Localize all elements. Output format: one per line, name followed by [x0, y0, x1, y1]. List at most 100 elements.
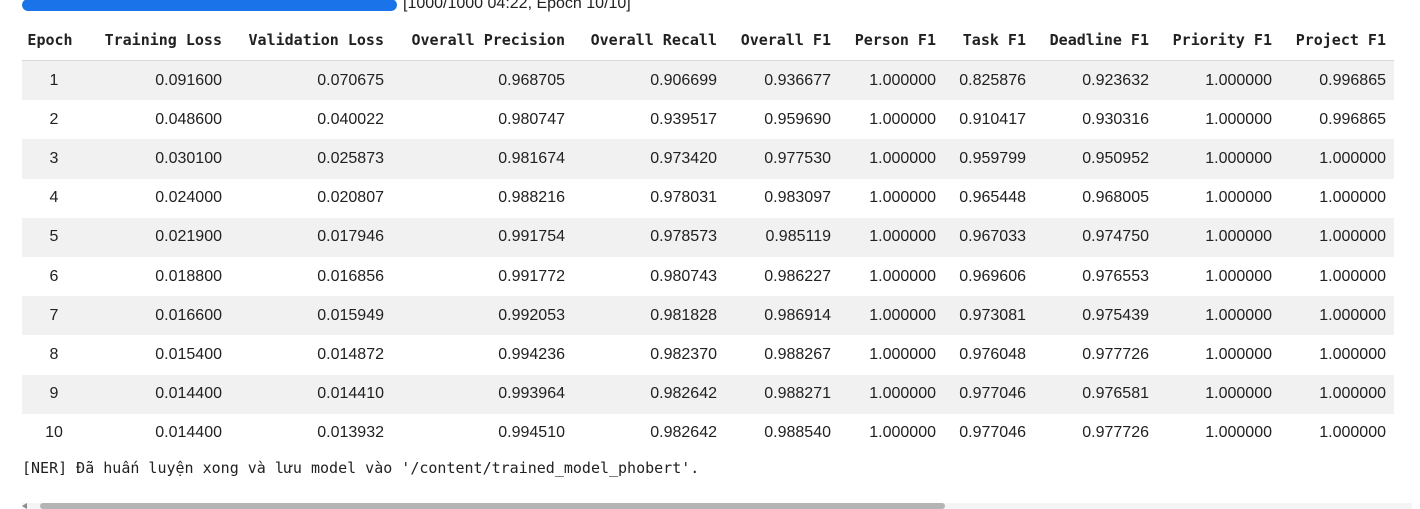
scroll-left-arrow-icon[interactable] — [22, 503, 27, 509]
scrollbar-thumb[interactable] — [40, 503, 945, 509]
table-row: 10 0.014400 0.013932 0.994510 0.982642 0.9885… — [22, 414, 1394, 453]
metric-cell: 0.991754 — [392, 217, 573, 257]
metric-cell: 0.988271 — [725, 374, 839, 414]
metric-cell: 1.000000 — [839, 374, 944, 414]
metric-cell: 0.950952 — [1034, 139, 1157, 179]
metric-cell: 1.000000 — [1157, 374, 1280, 414]
column-header: Overall F1 — [725, 20, 839, 61]
metric-cell: 1.000000 — [869, 189, 936, 207]
progress-label: [1000/1000 04:22, Epoch 10/10] — [403, 0, 631, 12]
metric-cell: 0.959690 — [764, 110, 831, 128]
horizontal-scrollbar[interactable] — [22, 503, 1412, 509]
metric-cell: 0.030100 — [86, 139, 230, 179]
metric-cell: 1.000000 — [839, 217, 944, 257]
metric-cell: 0.930316 — [1082, 110, 1149, 128]
metric-cell: 0.965448 — [959, 189, 1026, 207]
metric-cell: 0.977046 — [944, 374, 1034, 414]
epoch-cell: 1 — [22, 60, 86, 101]
metric-cell: 0.993964 — [392, 374, 573, 414]
metric-cell: 0.977726 — [1082, 345, 1149, 363]
table-header-row: Epoch Training Loss Validation Loss Overall… — [22, 20, 1394, 61]
metric-cell: 1.000000 — [1280, 374, 1394, 414]
metric-cell: 0.014400 — [86, 374, 230, 414]
progress-bar — [22, 0, 397, 11]
table-row: 7 0.016600 0.015949 0.992053 0.981828 0.98691… — [22, 296, 1394, 336]
table-row: 3 0.030100 0.025873 0.981674 0.973420 0.97753… — [22, 139, 1394, 179]
column-header: Task F1 — [944, 20, 1034, 61]
metric-cell: 1.000000 — [1157, 139, 1280, 179]
epoch-cell: 9 — [22, 374, 86, 414]
training-progress: [1000/1000 04:22, Epoch 10/10] — [22, 0, 631, 16]
metric-cell: 0.982642 — [573, 374, 725, 414]
metric-cell: 1.000000 — [1319, 189, 1386, 207]
metric-cell: 0.988267 — [764, 345, 831, 363]
metric-cell: 0.091600 — [86, 60, 230, 101]
epoch-cell: 5 — [22, 217, 86, 257]
metric-cell: 0.977726 — [1082, 424, 1149, 442]
metric-cell: 0.014400 — [155, 424, 222, 442]
metric-cell: 1.000000 — [1319, 267, 1386, 285]
metric-cell: 0.982642 — [650, 424, 717, 442]
metric-cell: 0.978573 — [573, 217, 725, 257]
epoch-cell: 4 — [49, 189, 59, 207]
metric-cell: 0.988216 — [498, 189, 565, 207]
column-header: Overall Recall — [573, 20, 725, 61]
metric-cell: 0.973081 — [944, 296, 1034, 336]
metric-cell: 1.000000 — [1205, 189, 1272, 207]
metric-cell: 0.025873 — [230, 139, 392, 179]
metric-cell: 0.996865 — [1319, 110, 1386, 128]
epoch-cell: 2 — [49, 110, 59, 128]
column-header: Person F1 — [839, 20, 944, 61]
metric-cell: 0.994510 — [498, 424, 565, 442]
metric-cell: 0.988540 — [764, 424, 831, 442]
column-header: Priority F1 — [1157, 20, 1280, 61]
epoch-cell: 3 — [22, 139, 86, 179]
metric-cell: 0.014872 — [317, 345, 384, 363]
table-row: 1 0.091600 0.070675 0.968705 0.906699 0.93667… — [22, 60, 1394, 101]
epoch-cell: 7 — [22, 296, 86, 336]
metric-cell: 0.013932 — [317, 424, 384, 442]
metric-cell: 0.975439 — [1034, 296, 1157, 336]
metric-cell: 0.016600 — [86, 296, 230, 336]
metric-cell: 0.976581 — [1034, 374, 1157, 414]
metric-cell: 1.000000 — [1205, 267, 1272, 285]
metric-cell: 0.923632 — [1034, 60, 1157, 101]
metric-cell: 0.981674 — [392, 139, 573, 179]
column-header: Overall Precision — [392, 20, 573, 61]
metric-cell: 0.981828 — [573, 296, 725, 336]
metric-cell: 1.000000 — [869, 267, 936, 285]
column-header: Training Loss — [86, 20, 230, 61]
metric-cell: 1.000000 — [869, 424, 936, 442]
table-row: 6 0.018800 0.016856 0.991772 0.980743 0.98622… — [22, 257, 1394, 296]
epoch-cell: 8 — [49, 345, 59, 363]
metric-cell: 1.000000 — [869, 110, 936, 128]
metric-cell: 0.024000 — [155, 189, 222, 207]
metric-cell: 0.040022 — [317, 110, 384, 128]
metric-cell: 0.015949 — [230, 296, 392, 336]
metric-cell: 1.000000 — [839, 139, 944, 179]
metric-cell: 1.000000 — [1157, 60, 1280, 101]
metric-cell: 0.969606 — [959, 267, 1026, 285]
metric-cell: 0.980743 — [650, 267, 717, 285]
metric-cell: 0.021900 — [86, 217, 230, 257]
column-header: Deadline F1 — [1034, 20, 1157, 61]
metric-cell: 0.967033 — [944, 217, 1034, 257]
table-row: 4 0.024000 0.020807 0.988216 0.978031 0.98309… — [22, 179, 1394, 218]
metric-cell: 0.994236 — [498, 345, 565, 363]
metric-cell: 1.000000 — [1205, 110, 1272, 128]
metric-cell: 1.000000 — [1319, 424, 1386, 442]
column-header: Validation Loss — [230, 20, 392, 61]
metric-cell: 0.936677 — [725, 60, 839, 101]
metric-cell: 0.982370 — [650, 345, 717, 363]
metric-cell: 0.976048 — [959, 345, 1026, 363]
metric-cell: 0.910417 — [959, 110, 1026, 128]
metric-cell: 0.014410 — [230, 374, 392, 414]
column-header: Epoch — [22, 20, 86, 61]
metric-cell: 0.977530 — [725, 139, 839, 179]
metric-cell: 1.000000 — [1205, 345, 1272, 363]
metric-cell: 1.000000 — [1280, 296, 1394, 336]
metric-cell: 1.000000 — [839, 60, 944, 101]
metric-cell: 0.968005 — [1082, 189, 1149, 207]
metric-cell: 0.991772 — [498, 267, 565, 285]
metric-cell: 1.000000 — [1157, 217, 1280, 257]
